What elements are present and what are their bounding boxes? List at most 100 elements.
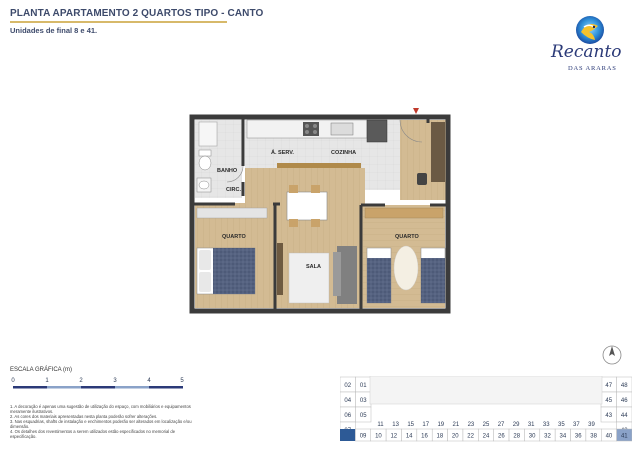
scale-tick-1: 1 xyxy=(45,378,49,384)
floor-plan: BANHO Á. SERV. COZINHA CIRC. QUARTO QUAR… xyxy=(189,108,451,314)
scale-label: ESCALA GRÁFICA (m) xyxy=(10,367,73,373)
unit-number: 47 xyxy=(605,383,612,389)
label-cozinha: COZINHA xyxy=(331,150,356,156)
unit-number: 45 xyxy=(605,398,612,404)
cooktop xyxy=(303,122,319,136)
unit-number-top: 33 xyxy=(543,422,550,428)
unit-number-bottom: 09 xyxy=(360,434,367,440)
balcony-cabinet xyxy=(431,122,445,182)
unit-number-bottom: 14 xyxy=(406,434,413,440)
scale-tick-5: 5 xyxy=(180,378,184,384)
page-title: PLANTA APARTAMENTO 2 QUARTOS TIPO - CANT… xyxy=(10,8,264,19)
unit-cell-01: 01 xyxy=(355,376,372,393)
unit-number-top: 27 xyxy=(498,422,505,428)
label-circ: CIRC. xyxy=(226,187,241,193)
unit-cell-04: 04 xyxy=(340,391,356,408)
north-arrow-icon xyxy=(602,345,622,365)
unit-number: 48 xyxy=(621,383,628,389)
unit-number: 05 xyxy=(360,413,367,419)
unit-cell-06: 06 xyxy=(340,406,356,423)
unit-number-bottom: 34 xyxy=(559,434,566,440)
wardrobe-2 xyxy=(364,207,444,219)
highlighted-unit xyxy=(340,429,356,441)
living-rug xyxy=(288,252,330,304)
title-underline xyxy=(10,21,227,23)
unit-number: 06 xyxy=(344,413,351,419)
unit-number: 01 xyxy=(360,383,367,389)
logo-subtitle: DAS ARARAS xyxy=(568,65,617,72)
unit-cell-43: 43 xyxy=(600,406,617,423)
label-area-servico: Á. SERV. xyxy=(271,149,294,156)
unit-number-bottom: 32 xyxy=(544,434,551,440)
unit-number-bottom: 22 xyxy=(467,434,474,440)
unit-number-top: 15 xyxy=(407,422,414,428)
unit-number-top: 35 xyxy=(558,422,565,428)
single-bed-2 xyxy=(420,247,446,304)
unit-number-bottom: 41 xyxy=(621,434,628,440)
key-plan: 02040607 010305 474543 48464442 11131517… xyxy=(340,376,632,442)
scale-tick-0: 0 xyxy=(11,378,15,384)
bathroom-sink xyxy=(196,177,212,193)
bedroom-rug xyxy=(393,245,419,291)
unit-number-top: 39 xyxy=(588,422,595,428)
graphic-scale: 0 1 2 3 4 5 xyxy=(11,378,184,389)
unit-number-top: 11 xyxy=(377,422,384,428)
note-3: 3. Nas esquadrias, shafts de instalação … xyxy=(10,419,192,429)
sofa xyxy=(333,246,357,304)
unit-number-top: 29 xyxy=(513,422,520,428)
unit-number-top: 21 xyxy=(453,422,460,428)
single-bed-1 xyxy=(366,247,392,304)
shower-niche xyxy=(198,121,218,147)
logo-wordmark: Recanto xyxy=(551,42,622,62)
unit-cell-44: 44 xyxy=(616,406,632,423)
refrigerator xyxy=(366,119,388,143)
unit-cell-47: 47 xyxy=(600,376,617,393)
unit-number-bottom: 24 xyxy=(483,434,490,440)
unit-number-bottom: 18 xyxy=(437,434,444,440)
unit-number: 04 xyxy=(344,398,351,404)
scale-tick-3: 3 xyxy=(113,378,117,384)
unit-number-top: 13 xyxy=(392,422,399,428)
unit-number-bottom: 36 xyxy=(575,434,582,440)
unit-number-bottom: 28 xyxy=(513,434,520,440)
unit-cell-46: 46 xyxy=(616,391,632,408)
wardrobe-1 xyxy=(196,207,268,219)
unit-cell-02: 02 xyxy=(340,376,356,393)
unit-number-bottom: 16 xyxy=(421,434,428,440)
entry-arrow-icon xyxy=(413,108,419,114)
label-quarto-1: QUARTO xyxy=(222,234,246,240)
unit-number-top: 31 xyxy=(528,422,535,428)
key-plan-corridor xyxy=(369,376,603,405)
unit-number: 03 xyxy=(360,398,367,404)
unit-number-bottom: 40 xyxy=(606,434,613,440)
desk-chair xyxy=(417,173,427,185)
scale-tick-2: 2 xyxy=(79,378,83,384)
tv-panel xyxy=(277,243,283,295)
unit-number-top: 25 xyxy=(483,422,490,428)
unit-number: 43 xyxy=(605,413,612,419)
unit-number: 02 xyxy=(344,383,351,389)
unit-number-top: 17 xyxy=(422,422,429,428)
unit-number-bottom: 30 xyxy=(529,434,536,440)
toilet xyxy=(198,149,212,171)
unit-number-top: 23 xyxy=(468,422,475,428)
unit-cell-45: 45 xyxy=(600,391,617,408)
kitchen-bar-counter xyxy=(277,163,361,168)
kitchen-sink xyxy=(330,122,354,136)
unit-number-bottom: 26 xyxy=(498,434,505,440)
label-sala: SALA xyxy=(306,264,321,270)
double-bed xyxy=(196,247,256,295)
notes-block: 1. A decoração é apenas uma sugestão de … xyxy=(10,404,200,439)
unit-number-top: 37 xyxy=(573,422,580,428)
units-subtitle: Unidades de final 8 e 41. xyxy=(10,26,98,35)
unit-number-top: 19 xyxy=(437,422,444,428)
unit-cell-05: 05 xyxy=(355,406,372,423)
label-quarto-2: QUARTO xyxy=(395,234,419,240)
unit-number-bottom: 20 xyxy=(452,434,459,440)
note-1: 1. A decoração é apenas uma sugestão de … xyxy=(10,404,191,414)
unit-cell-48: 48 xyxy=(616,376,632,393)
note-4: 4. Os detalhes dos revestimentos a serem… xyxy=(10,429,176,439)
unit-number-bottom: 38 xyxy=(590,434,597,440)
unit-number-bottom: 12 xyxy=(390,434,397,440)
unit-cell-03: 03 xyxy=(355,391,372,408)
